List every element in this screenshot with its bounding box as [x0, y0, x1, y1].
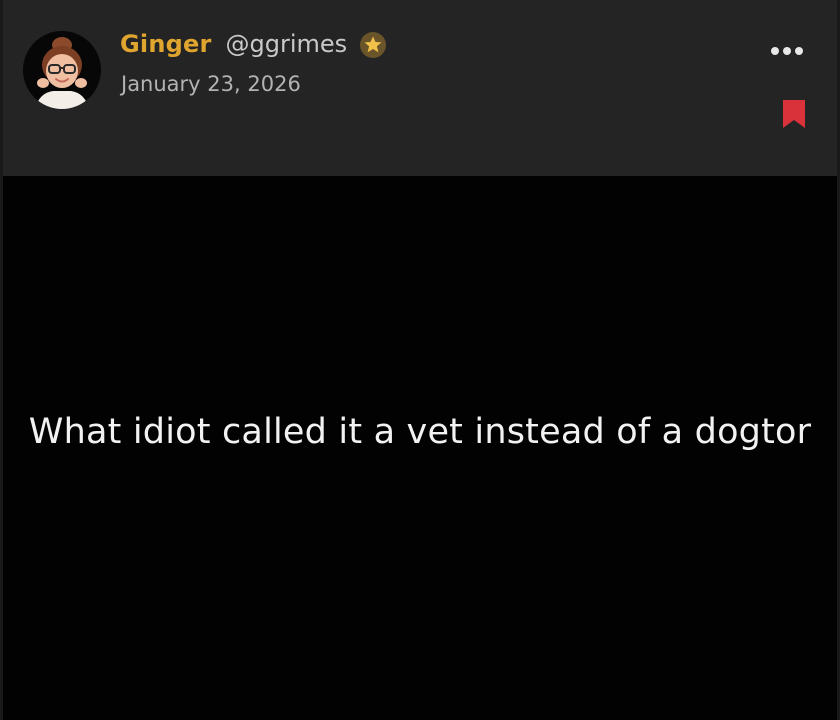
author-name[interactable]: Ginger: [120, 30, 212, 58]
post-header: Ginger @ggrimes January 23, 2026: [3, 0, 837, 176]
star-badge-icon: [359, 31, 387, 59]
post-media[interactable]: What idiot called it a vet instead of a …: [3, 176, 837, 720]
author-handle[interactable]: @ggrimes: [226, 30, 348, 58]
post-date: January 23, 2026: [121, 72, 301, 96]
more-options-button[interactable]: [767, 38, 807, 64]
memoji-avatar-icon: [35, 37, 89, 109]
avatar[interactable]: [23, 31, 101, 109]
bookmark-icon: [783, 100, 805, 128]
media-caption: What idiot called it a vet instead of a …: [28, 412, 812, 452]
post-card: Ginger @ggrimes January 23, 2026 What id…: [0, 0, 840, 720]
more-horizontal-icon: [771, 47, 803, 55]
author-line: Ginger @ggrimes: [120, 30, 387, 58]
bookmark-button[interactable]: [781, 98, 807, 130]
